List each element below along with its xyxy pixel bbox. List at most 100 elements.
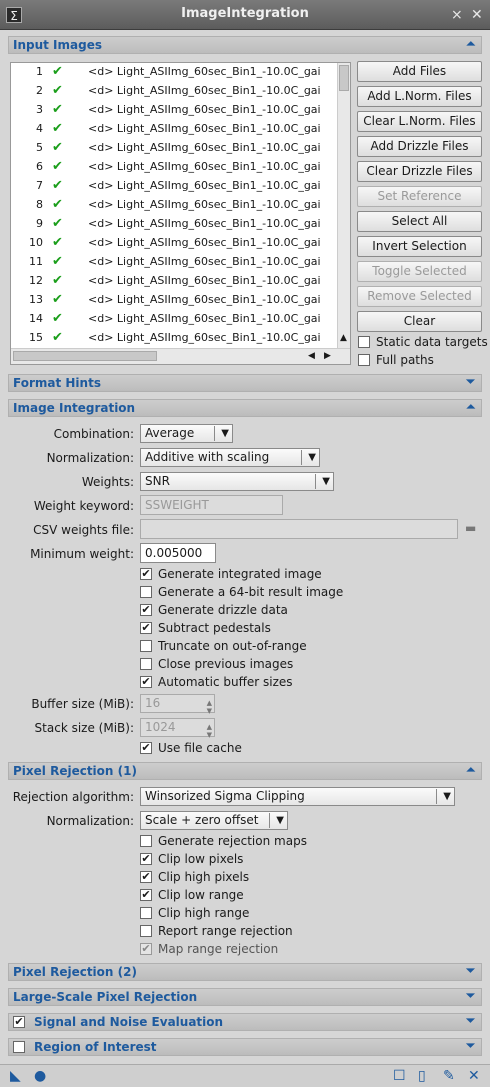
list-item[interactable]: 4 ✔ <d> Light_ASIImg_60sec_Bin1_-10.0C_gai	[11, 120, 337, 139]
add-files-button[interactable]: Add Files	[357, 61, 482, 82]
enabled-check-icon[interactable]: ✔	[52, 64, 63, 79]
clip-low-range-checkbox[interactable]: ✔	[140, 889, 152, 901]
full-paths-checkbox[interactable]	[358, 354, 370, 366]
roi-checkbox[interactable]	[13, 1041, 25, 1053]
csv-weights-input[interactable]	[140, 519, 458, 539]
collapse-icon[interactable]: ⏶	[466, 763, 475, 777]
expand-icon[interactable]: ⏷	[466, 1039, 475, 1053]
weight-keyword-input[interactable]: SSWEIGHT	[140, 495, 283, 515]
list-item[interactable]: 10 ✔ <d> Light_ASIImg_60sec_Bin1_-10.0C_ga…	[11, 234, 337, 253]
use-file-cache-checkbox[interactable]: ✔	[140, 742, 152, 754]
enabled-check-icon[interactable]: ✔	[52, 273, 63, 288]
shade-icon[interactable]: ⨯	[451, 7, 463, 23]
section-format-hints[interactable]: Format Hints ⏷	[8, 374, 482, 392]
close-previous-checkbox[interactable]	[140, 658, 152, 670]
list-item[interactable]: 5 ✔ <d> Light_ASIImg_60sec_Bin1_-10.0C_gai	[11, 139, 337, 158]
list-item[interactable]: 7 ✔ <d> Light_ASIImg_60sec_Bin1_-10.0C_gai	[11, 177, 337, 196]
enabled-check-icon[interactable]: ✔	[52, 254, 63, 269]
normalization-select[interactable]: Additive with scaling ▼	[140, 448, 320, 467]
enabled-check-icon[interactable]: ✔	[52, 102, 63, 117]
select-all-button[interactable]: Select All	[357, 211, 482, 232]
expand-icon[interactable]: ⏷	[466, 375, 475, 389]
collapse-icon[interactable]: ⏶	[466, 400, 475, 414]
list-item[interactable]: 13 ✔ <d> Light_ASIImg_60sec_Bin1_-10.0C_ga…	[11, 291, 337, 310]
enabled-check-icon[interactable]: ✔	[52, 311, 63, 326]
section-input-images[interactable]: Input Images ⏶	[8, 36, 482, 54]
list-item[interactable]: 12 ✔ <d> Light_ASIImg_60sec_Bin1_-10.0C_ga…	[11, 272, 337, 291]
scroll-up-icon[interactable]: ▲	[340, 333, 347, 343]
invert-selection-button[interactable]: Invert Selection	[357, 236, 482, 257]
report-range-rejection-checkbox[interactable]	[140, 925, 152, 937]
subtract-pedestals-checkbox[interactable]: ✔	[140, 622, 152, 634]
rejection-algorithm-select[interactable]: Winsorized Sigma Clipping ▼	[140, 787, 455, 806]
stack-size-spinbox[interactable]: 1024 ▲ ▼	[140, 718, 215, 739]
section-signal-noise[interactable]: ✔ Signal and Noise Evaluation ⏷	[8, 1013, 482, 1031]
enabled-check-icon[interactable]: ✔	[52, 159, 63, 174]
list-item[interactable]: 8 ✔ <d> Light_ASIImg_60sec_Bin1_-10.0C_gai	[11, 196, 337, 215]
static-data-targets-checkbox[interactable]	[358, 336, 370, 348]
close-icon[interactable]: ✕	[471, 7, 483, 23]
input-files-list[interactable]: 1 ✔ <d> Light_ASIImg_60sec_Bin1_-10.0C_gai…	[10, 62, 351, 365]
clear-lnorm-files-button[interactable]: Clear L.Norm. Files	[357, 111, 482, 132]
document-icon[interactable]: ▯	[418, 1068, 426, 1084]
expand-icon[interactable]: ⏷	[466, 964, 475, 978]
generate-64bit-checkbox[interactable]	[140, 586, 152, 598]
list-item[interactable]: 2 ✔ <d> Light_ASIImg_60sec_Bin1_-10.0C_gai	[11, 82, 337, 101]
list-item[interactable]: 11 ✔ <d> Light_ASIImg_60sec_Bin1_-10.0C_ga…	[11, 253, 337, 272]
enabled-check-icon[interactable]: ✔	[52, 121, 63, 136]
clip-low-pixels-checkbox[interactable]: ✔	[140, 853, 152, 865]
remove-selected-button[interactable]: Remove Selected	[357, 286, 482, 307]
section-image-integration[interactable]: Image Integration ⏶	[8, 399, 482, 417]
clip-high-pixels-checkbox[interactable]: ✔	[140, 871, 152, 883]
browse-documentation-icon[interactable]: ☐	[393, 1068, 406, 1084]
wrench-icon[interactable]: ✎	[443, 1068, 455, 1084]
truncate-checkbox[interactable]	[140, 640, 152, 652]
add-drizzle-files-button[interactable]: Add Drizzle Files	[357, 136, 482, 157]
weights-select[interactable]: SNR ▼	[140, 472, 334, 491]
horizontal-scroll-thumb[interactable]	[13, 351, 157, 361]
enabled-check-icon[interactable]: ✔	[52, 178, 63, 193]
list-item[interactable]: 15 ✔ <d> Light_ASIImg_60sec_Bin1_-10.0C_ga…	[11, 329, 337, 348]
expand-icon[interactable]: ⏷	[466, 1014, 475, 1028]
clear-button[interactable]: Clear	[357, 311, 482, 332]
signal-noise-checkbox[interactable]: ✔	[13, 1016, 25, 1028]
clip-high-range-checkbox[interactable]	[140, 907, 152, 919]
add-lnorm-files-button[interactable]: Add L.Norm. Files	[357, 86, 482, 107]
list-item[interactable]: 1 ✔ <d> Light_ASIImg_60sec_Bin1_-10.0C_gai	[11, 63, 337, 82]
apply-global-icon[interactable]: ●	[34, 1068, 46, 1084]
map-range-rejection-checkbox[interactable]: ✔	[140, 943, 152, 955]
collapse-icon[interactable]: ⏶	[466, 37, 475, 51]
automatic-buffer-checkbox[interactable]: ✔	[140, 676, 152, 688]
combination-select[interactable]: Average ▼	[140, 424, 233, 443]
list-item[interactable]: 9 ✔ <d> Light_ASIImg_60sec_Bin1_-10.0C_gai	[11, 215, 337, 234]
enabled-check-icon[interactable]: ✔	[52, 197, 63, 212]
scroll-left-icon[interactable]: ◀	[308, 351, 315, 361]
generate-drizzle-checkbox[interactable]: ✔	[140, 604, 152, 616]
enabled-check-icon[interactable]: ✔	[52, 140, 63, 155]
expand-icon[interactable]: ⏷	[466, 989, 475, 1003]
generate-integrated-checkbox[interactable]: ✔	[140, 568, 152, 580]
section-large-scale-rejection[interactable]: Large-Scale Pixel Rejection ⏷	[8, 988, 482, 1006]
section-region-of-interest[interactable]: Region of Interest ⏷	[8, 1038, 482, 1056]
folder-icon[interactable]: ▬	[465, 521, 476, 535]
enabled-check-icon[interactable]: ✔	[52, 235, 63, 250]
enabled-check-icon[interactable]: ✔	[52, 330, 63, 345]
vertical-scrollbar[interactable]	[337, 63, 350, 348]
vertical-scroll-thumb[interactable]	[339, 65, 349, 91]
new-instance-icon[interactable]: ◣	[10, 1068, 21, 1084]
enabled-check-icon[interactable]: ✔	[52, 83, 63, 98]
scroll-right-icon[interactable]: ▶	[324, 351, 331, 361]
toggle-selected-button[interactable]: Toggle Selected	[357, 261, 482, 282]
set-reference-button[interactable]: Set Reference	[357, 186, 482, 207]
rejection-maps-checkbox[interactable]	[140, 835, 152, 847]
clear-drizzle-files-button[interactable]: Clear Drizzle Files	[357, 161, 482, 182]
enabled-check-icon[interactable]: ✔	[52, 216, 63, 231]
section-pixel-rejection-1[interactable]: Pixel Rejection (1) ⏶	[8, 762, 482, 780]
rejection-normalization-select[interactable]: Scale + zero offset ▼	[140, 811, 288, 830]
buffer-size-spinbox[interactable]: 16 ▲ ▼	[140, 694, 215, 715]
section-pixel-rejection-2[interactable]: Pixel Rejection (2) ⏷	[8, 963, 482, 981]
list-item[interactable]: 14 ✔ <d> Light_ASIImg_60sec_Bin1_-10.0C_ga…	[11, 310, 337, 329]
list-item[interactable]: 3 ✔ <d> Light_ASIImg_60sec_Bin1_-10.0C_gai	[11, 101, 337, 120]
minimum-weight-input[interactable]: 0.005000	[140, 543, 216, 563]
reset-icon[interactable]: ✕	[468, 1068, 480, 1084]
